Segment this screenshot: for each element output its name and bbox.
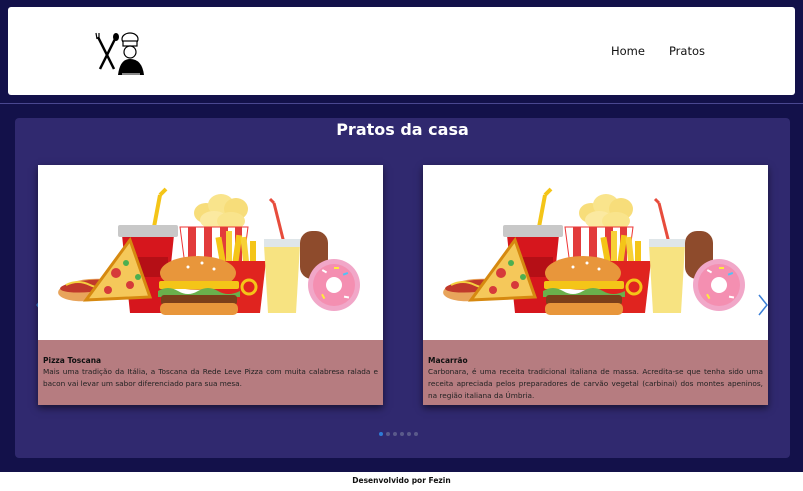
chef-logo-icon[interactable] (92, 31, 148, 79)
nav-pratos[interactable]: Pratos (669, 44, 705, 58)
site-header: Home Pratos (8, 7, 795, 95)
card-title: Macarrão (428, 356, 468, 365)
carousel-dot[interactable] (407, 432, 411, 436)
dishes-section: Pratos da casa Pizza Toscana Mais uma tr… (15, 118, 790, 458)
card-body: Pizza Toscana Mais uma tradição da Itáli… (38, 340, 383, 405)
section-title: Pratos da casa (336, 120, 469, 139)
carousel-dot[interactable] (393, 432, 397, 436)
nav-home[interactable]: Home (611, 44, 645, 58)
main-nav: Home Pratos (611, 44, 705, 58)
card-title: Pizza Toscana (43, 356, 102, 365)
carousel-dot[interactable] (400, 432, 404, 436)
carousel-dot[interactable] (386, 432, 390, 436)
card-body: Macarrão Carbonara, é uma receita tradic… (423, 340, 768, 405)
fast-food-illustration (423, 165, 768, 340)
fast-food-illustration (38, 165, 383, 340)
dish-card[interactable]: Macarrão Carbonara, é uma receita tradic… (423, 165, 768, 405)
site-footer: Desenvolvido por Fezin (0, 472, 803, 491)
header-divider (0, 103, 803, 104)
card-description: Carbonara, é uma receita tradicional ita… (428, 367, 763, 400)
card-description: Mais uma tradição da Itália, a Toscana d… (43, 367, 378, 388)
footer-text: Desenvolvido por Fezin (352, 476, 451, 485)
carousel-dots (379, 432, 418, 436)
chevron-right-icon[interactable] (757, 293, 769, 317)
dish-card[interactable]: Pizza Toscana Mais uma tradição da Itáli… (38, 165, 383, 405)
carousel-dot[interactable] (414, 432, 418, 436)
carousel-dot[interactable] (379, 432, 383, 436)
